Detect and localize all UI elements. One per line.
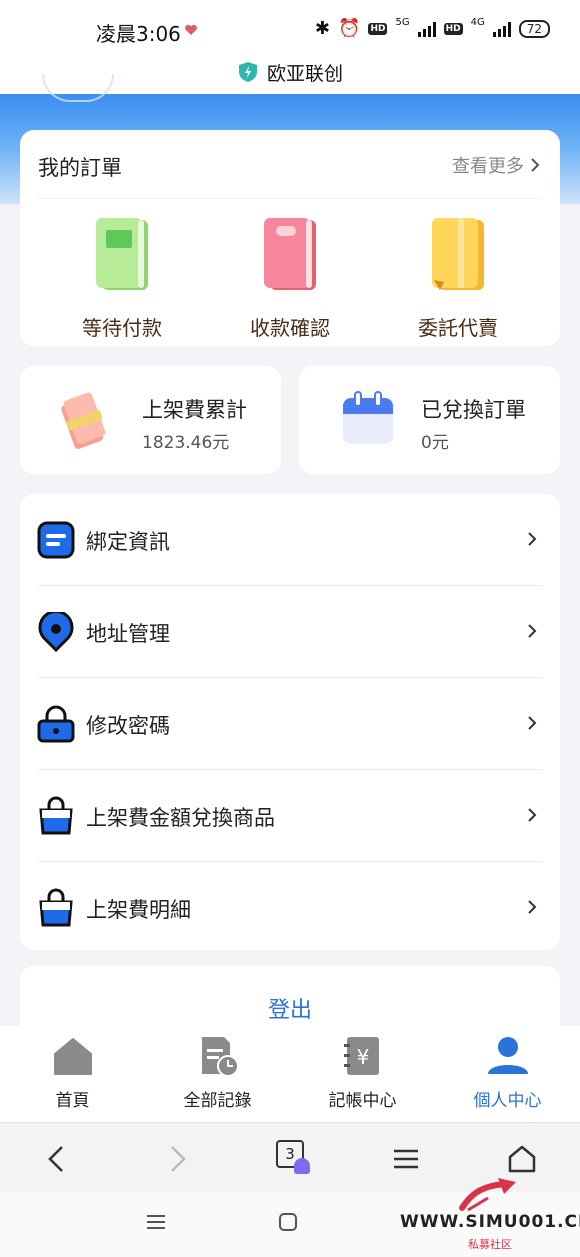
back-icon[interactable] [40, 1141, 76, 1177]
chevron-right-icon [528, 532, 537, 546]
listing-fee-total-label: 上架費累計 [142, 398, 247, 422]
forward-icon[interactable] [158, 1141, 194, 1177]
order-payment-confirm-label: 收款確認 [250, 316, 330, 340]
watermark-logo-icon [459, 1178, 516, 1212]
home-icon [53, 1038, 92, 1075]
pink-book-icon [264, 218, 316, 290]
order-consignment-label: 委託代賣 [418, 316, 498, 340]
person-icon [487, 1037, 528, 1074]
tab-records-label: 全部記錄 [183, 1091, 252, 1111]
menu-item-redeem-products[interactable]: 上架費金額兌換商品 [20, 770, 560, 862]
nav-home-icon[interactable] [276, 1210, 300, 1234]
order-pending-payment-label: 等待付款 [82, 316, 162, 340]
menu-item-binding-info[interactable]: 綁定資訊 [20, 494, 560, 586]
redeemed-orders-card[interactable]: 已兌換訂單 0元 [299, 366, 560, 474]
redeemed-orders-label: 已兌換訂單 [421, 398, 526, 422]
menu-item-change-password[interactable]: 修改密碼 [20, 678, 560, 770]
network-5g-label: 5G [395, 17, 410, 28]
alarm-icon: ⏰ [338, 18, 361, 39]
network-4g-label: 4G [470, 17, 485, 28]
chevron-right-icon [528, 808, 537, 822]
tab-ledger[interactable]: ¥ 記帳中心 [290, 1026, 435, 1122]
menu-item-label: 地址管理 [86, 622, 170, 646]
calendar-icon [343, 391, 393, 444]
green-book-icon [96, 218, 148, 290]
shield-icon [238, 62, 257, 82]
records-icon [201, 1037, 239, 1077]
lock-icon [37, 705, 75, 743]
chevron-right-icon [528, 716, 537, 730]
orders-title: 我的訂單 [38, 156, 122, 180]
listing-fee-total-value: 1823.46元 [142, 433, 230, 453]
menu-item-fee-details[interactable]: 上架費明細 [20, 862, 560, 954]
watermark: WWW.SIMU001.CN 私募社区 [400, 1172, 580, 1257]
listing-fee-total-card[interactable]: 上架費累計 1823.46元 [20, 366, 281, 474]
view-more-label: 查看更多 [452, 156, 524, 177]
hd-badge-2-icon: HD [443, 22, 463, 35]
hd-badge-icon: HD [368, 22, 388, 35]
divider [38, 198, 542, 199]
tab-ledger-label: 記帳中心 [328, 1091, 397, 1111]
menu-item-label: 上架費明細 [86, 898, 191, 922]
tab-records[interactable]: 全部記錄 [145, 1026, 290, 1122]
watermark-site: WWW.SIMU001.CN [400, 1212, 580, 1232]
tab-profile[interactable]: 個人中心 [435, 1026, 580, 1122]
shopping-bag-icon [39, 888, 73, 927]
id-card-icon [37, 521, 75, 559]
tab-home-label: 首頁 [55, 1091, 90, 1111]
menu-item-label: 上架費金額兌換商品 [86, 806, 275, 830]
chevron-right-icon [531, 158, 540, 172]
incognito-ghost-icon [294, 1158, 310, 1174]
redeemed-orders-value: 0元 [421, 433, 449, 453]
status-time: 凌晨3:06 [96, 22, 181, 46]
chevron-right-icon [528, 900, 537, 914]
signal-1-icon [417, 21, 436, 37]
app-title: 欧亚联创 [266, 62, 343, 85]
shopping-bag-icon [39, 796, 73, 835]
view-more-link[interactable]: 查看更多 [452, 152, 540, 178]
heart-icon [185, 24, 197, 35]
tab-home[interactable]: 首頁 [0, 1026, 145, 1122]
settings-menu: 綁定資訊 地址管理 修改密碼 上架費金額兌換商品 上架費明細 [20, 494, 560, 950]
chevron-right-icon [528, 624, 537, 638]
menu-item-label: 綁定資訊 [86, 530, 170, 554]
tab-profile-label: 個人中心 [473, 1091, 542, 1111]
money-stack-icon [61, 392, 106, 449]
status-icons: ✱ ⏰ HD 5G HD 4G 72 [314, 17, 550, 39]
watermark-sub: 私募社区 [468, 1238, 512, 1251]
recent-apps-icon[interactable] [144, 1210, 168, 1234]
menu-item-label: 修改密碼 [86, 714, 170, 738]
location-pin-icon [38, 612, 74, 652]
logout-button[interactable]: 登出 [20, 992, 560, 1024]
battery-indicator: 72 [518, 19, 550, 38]
bluetooth-icon: ✱ [314, 18, 331, 39]
svg-text:¥: ¥ [356, 1045, 369, 1069]
orders-card: 我的訂單 查看更多 等待付款 收款確認 委託代賣 [20, 130, 560, 346]
avatar-arc [42, 74, 114, 102]
bottom-tab-bar: 首頁 全部記錄 ¥ 記帳中心 個人中心 [0, 1026, 580, 1122]
menu-item-address[interactable]: 地址管理 [20, 586, 560, 678]
ledger-icon: ¥ [343, 1037, 379, 1075]
yellow-book-icon [432, 218, 484, 290]
signal-2-icon [492, 21, 511, 37]
